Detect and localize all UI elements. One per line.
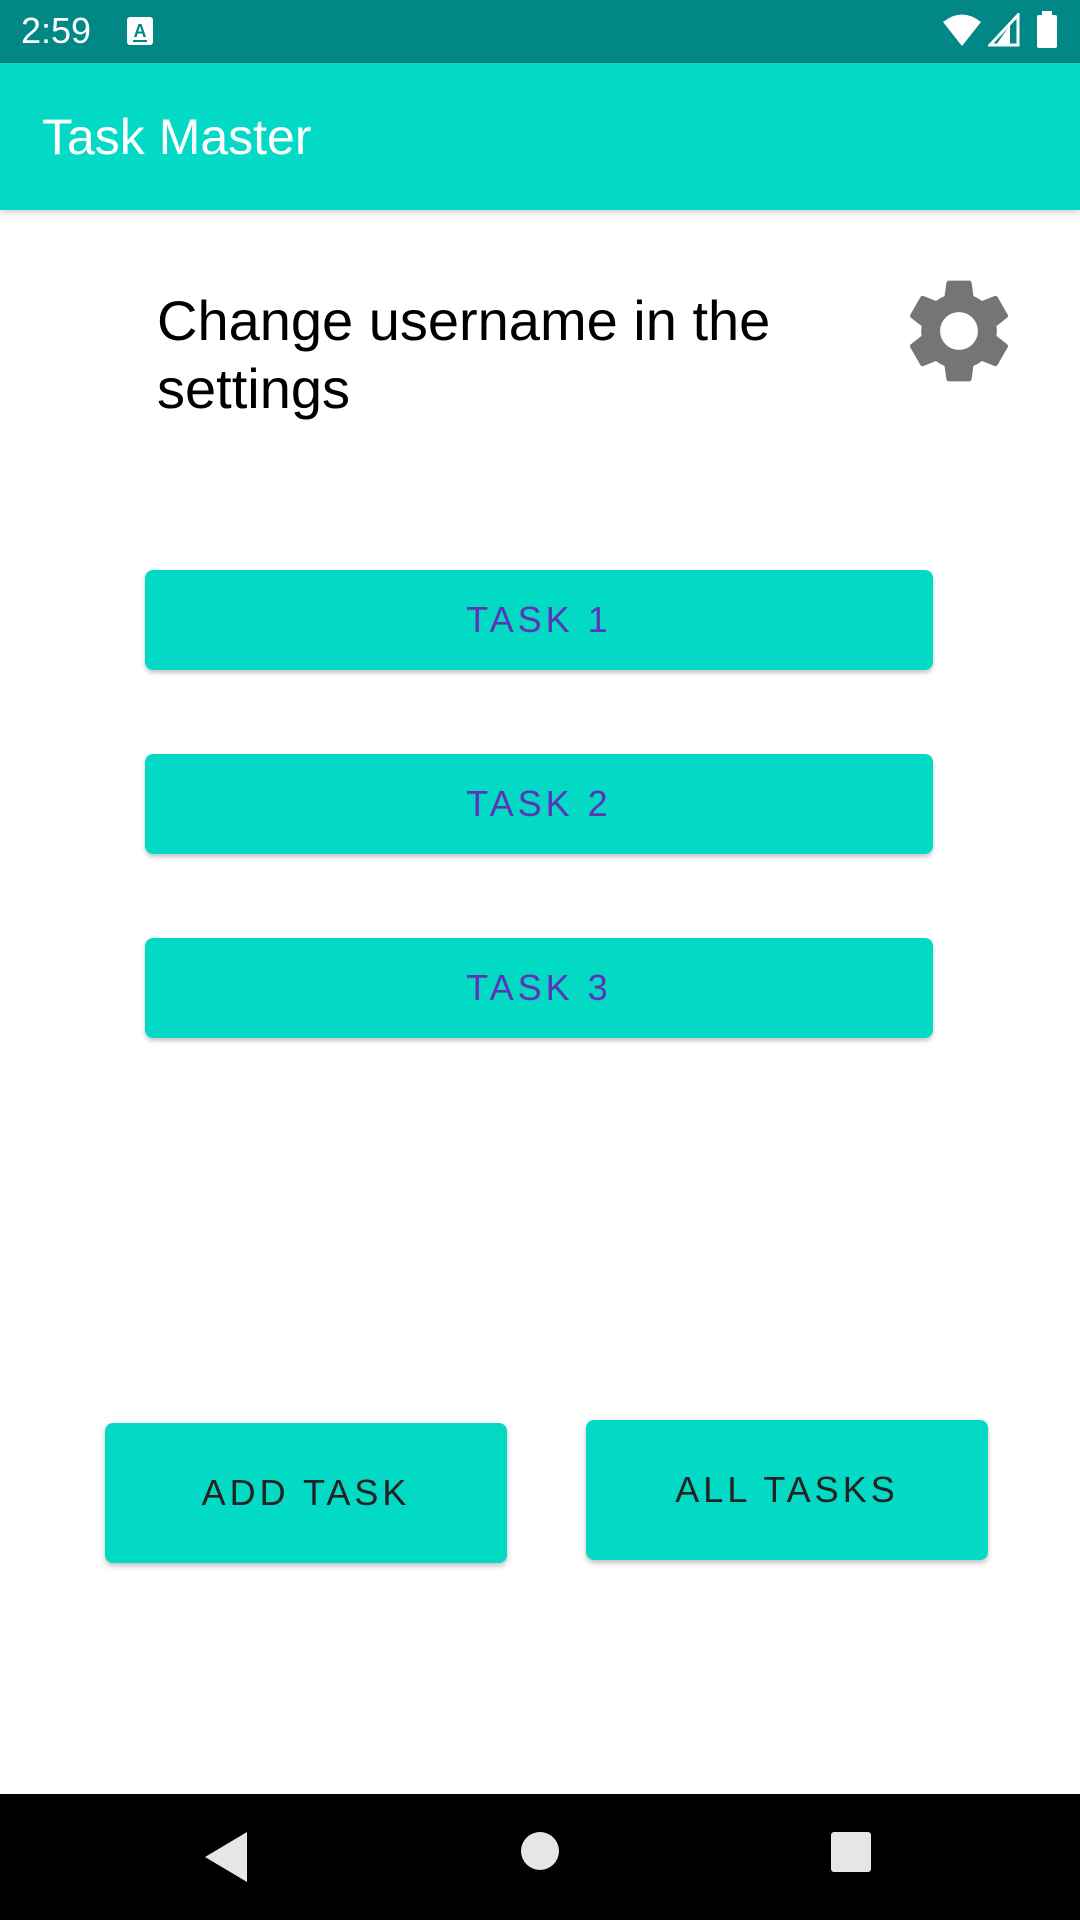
task-1-button[interactable]: TASK 1 <box>145 570 933 670</box>
app-toolbar: Task Master <box>0 63 1080 210</box>
app-title: Task Master <box>42 109 312 165</box>
add-task-button[interactable]: ADD TASK <box>105 1423 507 1563</box>
task-2-button[interactable]: TASK 2 <box>145 754 933 854</box>
text-input-icon: A <box>126 16 154 46</box>
wifi-icon <box>942 13 982 47</box>
app-screen: 2:59 A Task Master Change username in th… <box>0 0 1080 1920</box>
status-time: 2:59 <box>21 10 92 51</box>
back-triangle-icon[interactable] <box>203 1830 249 1884</box>
username-greeting: Change username in the settings <box>157 289 771 420</box>
home-circle-icon[interactable] <box>520 1831 560 1871</box>
cell-signal-icon <box>986 11 1020 47</box>
gear-icon <box>909 280 1009 382</box>
all-tasks-button[interactable]: ALL TASKS <box>586 1420 988 1560</box>
settings-button[interactable] <box>896 266 1022 396</box>
task-3-button[interactable]: TASK 3 <box>145 938 933 1038</box>
recents-square-icon[interactable] <box>830 1831 872 1873</box>
battery-icon <box>1036 11 1058 49</box>
svg-text:A: A <box>134 21 147 41</box>
status-bar: 2:59 A <box>0 0 1080 63</box>
navigation-bar <box>0 1794 1080 1920</box>
